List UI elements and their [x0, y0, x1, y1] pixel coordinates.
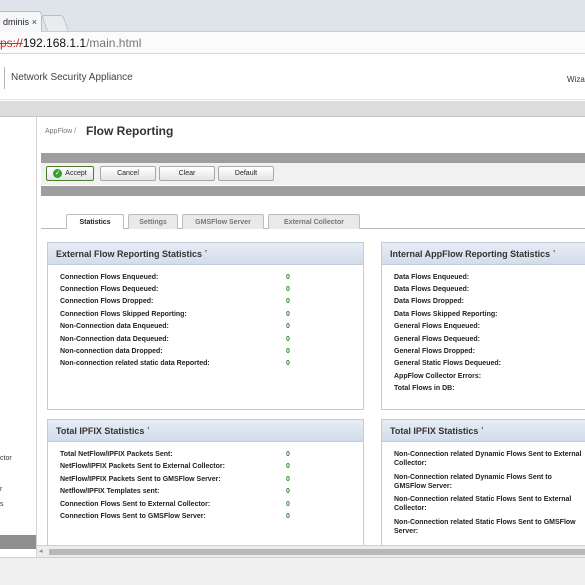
stat-value: 0: [286, 476, 290, 483]
scroll-left-icon[interactable]: ◂: [39, 547, 43, 555]
stat-label: General Flows Enqueued:: [394, 323, 480, 330]
stat-label: Connection Flows Enqueued:: [60, 274, 159, 281]
close-icon[interactable]: ×: [32, 12, 37, 32]
stat-label: Data Flows Skipped Reporting:: [394, 311, 498, 318]
external-flow-stats-panel: External Flow Reporting Statistics ‛ Conn…: [47, 242, 364, 410]
toolbar-bottom-stripe: [41, 186, 585, 196]
stat-label: Non-Connection data Enqueued:: [60, 323, 169, 330]
tooltip-marker[interactable]: ‛: [553, 250, 555, 257]
tab-external-collector[interactable]: External Collector: [268, 214, 360, 229]
panel-title: Total IPFIX Statistics: [56, 426, 145, 436]
stat-value: 0: [286, 463, 290, 470]
browser-tab-bar: dminis ×: [0, 0, 585, 32]
url-scheme: ps://: [0, 36, 23, 50]
stat-label: Data Flows Dropped:: [394, 298, 465, 305]
panel-header: Internal AppFlow Reporting Statistics ‛: [382, 243, 585, 265]
stat-label: Non-Connection related Static Flows Sent…: [394, 519, 576, 535]
stat-value: 0: [286, 336, 290, 343]
stat-label: AppFlow Collector Errors:: [394, 373, 482, 380]
stat-label: General Flows Dropped:: [394, 348, 475, 355]
horizontal-scrollbar[interactable]: ◂: [37, 545, 585, 557]
stat-label: General Static Flows Dequeued:: [394, 360, 501, 367]
stat-label: Data Flows Enqueued:: [394, 274, 470, 281]
url-host: 192.168.1.1: [22, 36, 87, 50]
app-title: Network Security Appliance: [11, 72, 133, 83]
internal-appflow-stats-panel: Internal AppFlow Reporting Statistics ‛ D…: [381, 242, 585, 410]
app-header: Network Security Appliance Wiza: [0, 55, 585, 100]
page-title: Flow Reporting: [86, 124, 174, 138]
stat-value: 0: [286, 513, 290, 520]
panel-header: Total IPFIX Statistics ‛: [382, 420, 585, 442]
stat-label: NetFlow/IPFIX Packets Sent to GMSFlow Se…: [60, 476, 221, 483]
check-icon: ✓: [53, 169, 63, 178]
stat-label: Connection Flows Sent to External Collec…: [60, 501, 211, 508]
accept-button[interactable]: ✓ Accept: [46, 166, 94, 181]
url-text[interactable]: ps://192.168.1.1/main.html: [0, 36, 141, 50]
stat-label: Non-Connection related Dynamic Flows Sen…: [394, 451, 582, 467]
statistics-tab-panel: External Flow Reporting Statistics ‛ Conn…: [41, 229, 585, 549]
stat-label: Non-Connection data Dequeued:: [60, 336, 169, 343]
stat-label: Non-Connection related Static Flows Sent…: [394, 496, 572, 512]
panel-header: Total IPFIX Statistics ‛: [48, 420, 363, 442]
stat-label: Total Flows in DB:: [394, 385, 455, 392]
clear-button[interactable]: Clear: [159, 166, 215, 181]
main-content: AppFlow / Flow Reporting ✓ Accept Cancel…: [37, 117, 585, 557]
nav-item[interactable]: r: [0, 486, 2, 493]
ipfix-stats-panel: Total IPFIX Statistics ‛ Total NetFlow/IP…: [47, 419, 364, 549]
stat-value: 0: [286, 360, 290, 367]
tooltip-marker[interactable]: ‛: [481, 427, 483, 434]
stat-label: Connection Flows Skipped Reporting:: [60, 311, 187, 318]
stat-value: 0: [286, 298, 290, 305]
tooltip-marker[interactable]: ‛: [205, 250, 207, 257]
stat-label: Connection Flows Sent to GMSFlow Server:: [60, 513, 206, 520]
stat-label: NetFlow/IPFIX Packets Sent to External C…: [60, 463, 225, 470]
stat-label: Non-connection data Dropped:: [60, 348, 163, 355]
stat-label: Netflow/IPFIX Templates sent:: [60, 488, 160, 495]
nav-section-band: [0, 535, 36, 549]
stat-label: Connection Flows Dropped:: [60, 298, 154, 305]
stat-value: 0: [286, 286, 290, 293]
stat-value: 0: [286, 501, 290, 508]
header-divider: [4, 67, 5, 89]
nav-item[interactable]: s: [0, 501, 4, 508]
wizards-link[interactable]: Wiza: [567, 75, 585, 84]
stat-label: Total NetFlow/IPFIX Packets Sent:: [60, 451, 173, 458]
stat-value: 0: [286, 488, 290, 495]
left-navigation: ctor r s: [0, 117, 37, 557]
browser-tab-title: dminis: [3, 17, 30, 27]
stat-value: 0: [286, 451, 290, 458]
accept-button-label: Accept: [65, 170, 87, 177]
header-toolbar-strip: [0, 101, 585, 117]
panel-title: Total IPFIX Statistics: [390, 426, 479, 436]
address-bar[interactable]: ps://192.168.1.1/main.html: [0, 32, 585, 54]
ipfix-nonconnection-stats-panel: Total IPFIX Statistics ‛ Non-Connection r…: [381, 419, 585, 549]
breadcrumb[interactable]: AppFlow /: [45, 128, 76, 135]
stat-value: 0: [286, 311, 290, 318]
stat-label: Non-connection related static data Repor…: [60, 360, 210, 367]
tab-gmsflow-server[interactable]: GMSFlow Server: [182, 214, 264, 229]
cancel-button[interactable]: Cancel: [100, 166, 156, 181]
stat-value: 0: [286, 348, 290, 355]
default-button[interactable]: Default: [218, 166, 274, 181]
nav-item[interactable]: ctor: [0, 455, 12, 462]
status-bar: [0, 557, 585, 585]
stat-value: 0: [286, 323, 290, 330]
scrollbar-thumb[interactable]: [49, 549, 585, 555]
stat-label: Non-Connection related Dynamic Flows Sen…: [394, 474, 552, 490]
stat-label: Data Flows Dequeued:: [394, 286, 470, 293]
stat-label: Connection Flows Dequeued:: [60, 286, 159, 293]
browser-tab[interactable]: dminis ×: [0, 11, 42, 32]
new-tab-button[interactable]: [41, 15, 69, 31]
stat-value: 0: [286, 274, 290, 281]
url-path: /main.html: [86, 36, 142, 50]
toolbar-top-stripe: [41, 153, 585, 163]
panel-title: External Flow Reporting Statistics: [56, 249, 203, 259]
panel-title: Internal AppFlow Reporting Statistics: [390, 249, 551, 259]
tab-statistics[interactable]: Statistics: [66, 214, 124, 230]
tooltip-marker[interactable]: ‛: [147, 427, 149, 434]
panel-header: External Flow Reporting Statistics ‛: [48, 243, 363, 265]
tab-settings[interactable]: Settings: [128, 214, 178, 229]
stat-label: General Flows Dequeued:: [394, 336, 480, 343]
